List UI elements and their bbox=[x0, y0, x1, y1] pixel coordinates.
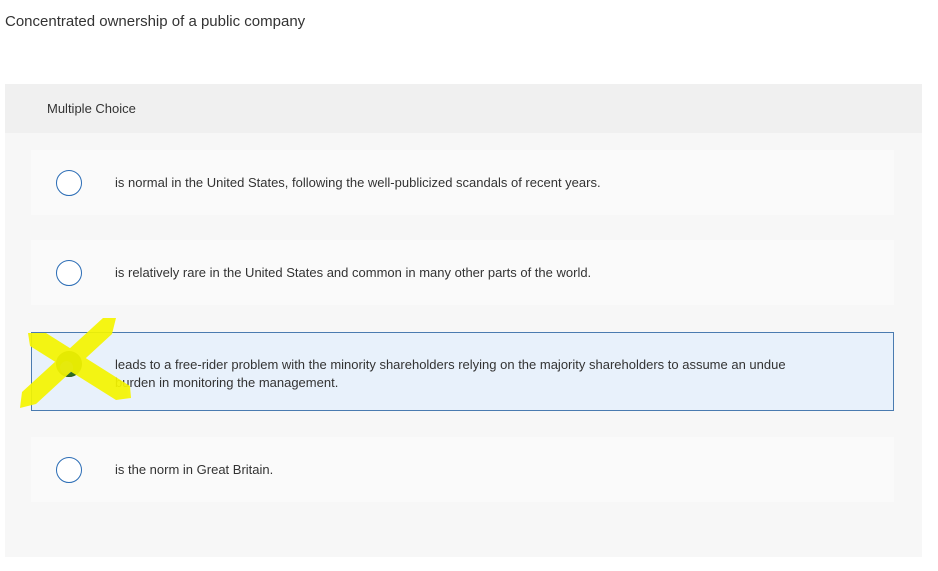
answer-option-4[interactable]: is the norm in Great Britain. bbox=[31, 437, 894, 502]
radio-button-icon[interactable] bbox=[56, 260, 82, 286]
answer-panel: Multiple Choice is normal in the United … bbox=[5, 84, 922, 557]
answer-option-label: leads to a free-rider problem with the m… bbox=[115, 357, 786, 390]
panel-header: Multiple Choice bbox=[5, 84, 922, 133]
radio-button-icon[interactable] bbox=[56, 457, 82, 483]
radio-button-icon[interactable] bbox=[56, 170, 82, 196]
answer-option-label: is relatively rare in the United States … bbox=[115, 265, 592, 280]
radio-button-checked-icon[interactable] bbox=[56, 351, 82, 377]
question-type-label: Multiple Choice bbox=[47, 101, 136, 116]
answer-option-label: is normal in the United States, followin… bbox=[115, 175, 601, 190]
answer-option-label: is the norm in Great Britain. bbox=[115, 462, 274, 477]
question-prompt: Concentrated ownership of a public compa… bbox=[5, 13, 306, 30]
answer-option-1[interactable]: is normal in the United States, followin… bbox=[31, 150, 894, 215]
question-page: Concentrated ownership of a public compa… bbox=[0, 0, 938, 571]
answer-option-2[interactable]: is relatively rare in the United States … bbox=[31, 240, 894, 305]
answer-option-3[interactable]: leads to a free-rider problem with the m… bbox=[31, 332, 894, 411]
